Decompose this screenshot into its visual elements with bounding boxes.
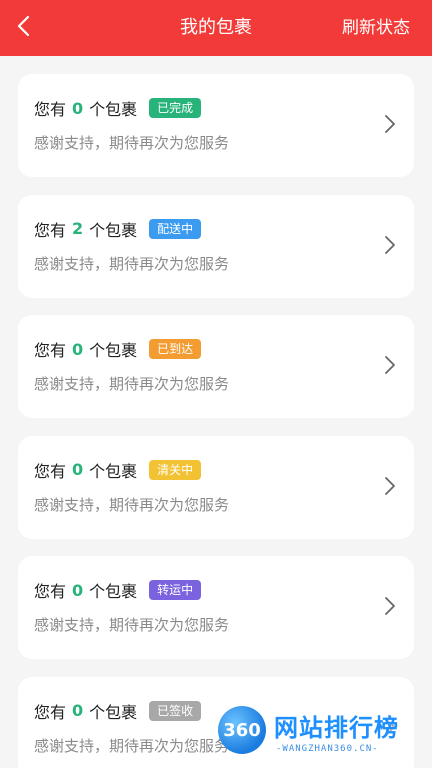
card-prefix: 您有 [34,702,67,722]
card-title: 您有 0 个包裹 已到达 [34,337,202,361]
card-prefix: 您有 [34,341,67,360]
package-count: 0 [72,339,84,359]
status-badge: 清关中 [149,459,202,480]
card-title: 您有 0 个包裹 已签收 [34,699,202,723]
app-root: 我的包裹 刷新状态 您有 0 个包裹 已完成 感谢支持，期待再次为您服务 您有 … [0,0,432,768]
card-subtitle: 感谢支持，期待再次为您服务 [34,254,230,273]
chevron-right-icon [382,353,398,377]
refresh-status-button[interactable]: 刷新状态 [342,0,410,56]
back-button[interactable] [8,12,40,44]
card-prefix: 您有 [34,100,67,119]
chevron-right-icon [382,112,398,136]
package-card[interactable]: 您有 2 个包裹 配送中 感谢支持，期待再次为您服务 [18,194,414,298]
package-count: 0 [72,580,84,600]
card-subtitle: 感谢支持，期待再次为您服务 [34,616,230,634]
card-subtitle: 感谢支持，期待再次为您服务 [34,134,230,152]
status-badge: 已签收 [149,700,202,721]
card-title: 您有 0 个包裹 已完成 [34,96,202,120]
card-title: 您有 0 个包裹 清关中 [34,458,202,482]
status-badge: 已到达 [149,339,202,359]
top-bar: 我的包裹 刷新状态 [0,0,432,56]
card-subtitle: 感谢支持，期待再次为您服务 [34,736,230,755]
package-card[interactable]: 您有 0 个包裹 已完成 感谢支持，期待再次为您服务 [18,74,414,177]
chevron-left-icon [16,14,32,42]
chevron-right-icon [382,233,398,257]
card-subtitle: 感谢支持，期待再次为您服务 [34,495,230,514]
chevron-right-icon [382,715,398,739]
chevron-right-icon [382,474,398,498]
package-list: 您有 0 个包裹 已完成 感谢支持，期待再次为您服务 您有 2 个包裹 配送中 … [18,74,414,768]
status-badge: 已完成 [149,98,202,118]
package-count: 2 [72,219,84,238]
card-suffix: 个包裹 [89,702,138,722]
card-prefix: 您有 [34,220,67,240]
card-subtitle: 感谢支持，期待再次为您服务 [34,375,230,393]
card-suffix: 个包裹 [89,220,138,240]
card-suffix: 个包裹 [89,100,138,119]
card-suffix: 个包裹 [89,341,138,360]
package-count: 0 [72,460,84,479]
card-title: 您有 0 个包裹 转运中 [34,578,202,602]
status-badge: 配送中 [149,218,202,239]
package-card[interactable]: 您有 0 个包裹 转运中 感谢支持，期待再次为您服务 [18,556,414,659]
status-badge: 转运中 [149,580,202,600]
card-suffix: 个包裹 [89,582,138,601]
card-title: 您有 2 个包裹 配送中 [34,217,202,241]
chevron-right-icon [382,594,398,618]
package-count: 0 [72,701,84,720]
package-card[interactable]: 您有 0 个包裹 已到达 感谢支持，期待再次为您服务 [18,315,414,418]
package-count: 0 [72,98,84,118]
package-card[interactable]: 您有 0 个包裹 清关中 感谢支持，期待再次为您服务 [18,435,414,539]
card-prefix: 您有 [34,582,67,601]
card-prefix: 您有 [34,461,67,481]
card-suffix: 个包裹 [89,461,138,481]
package-card[interactable]: 您有 0 个包裹 已签收 感谢支持，期待再次为您服务 [18,676,414,768]
